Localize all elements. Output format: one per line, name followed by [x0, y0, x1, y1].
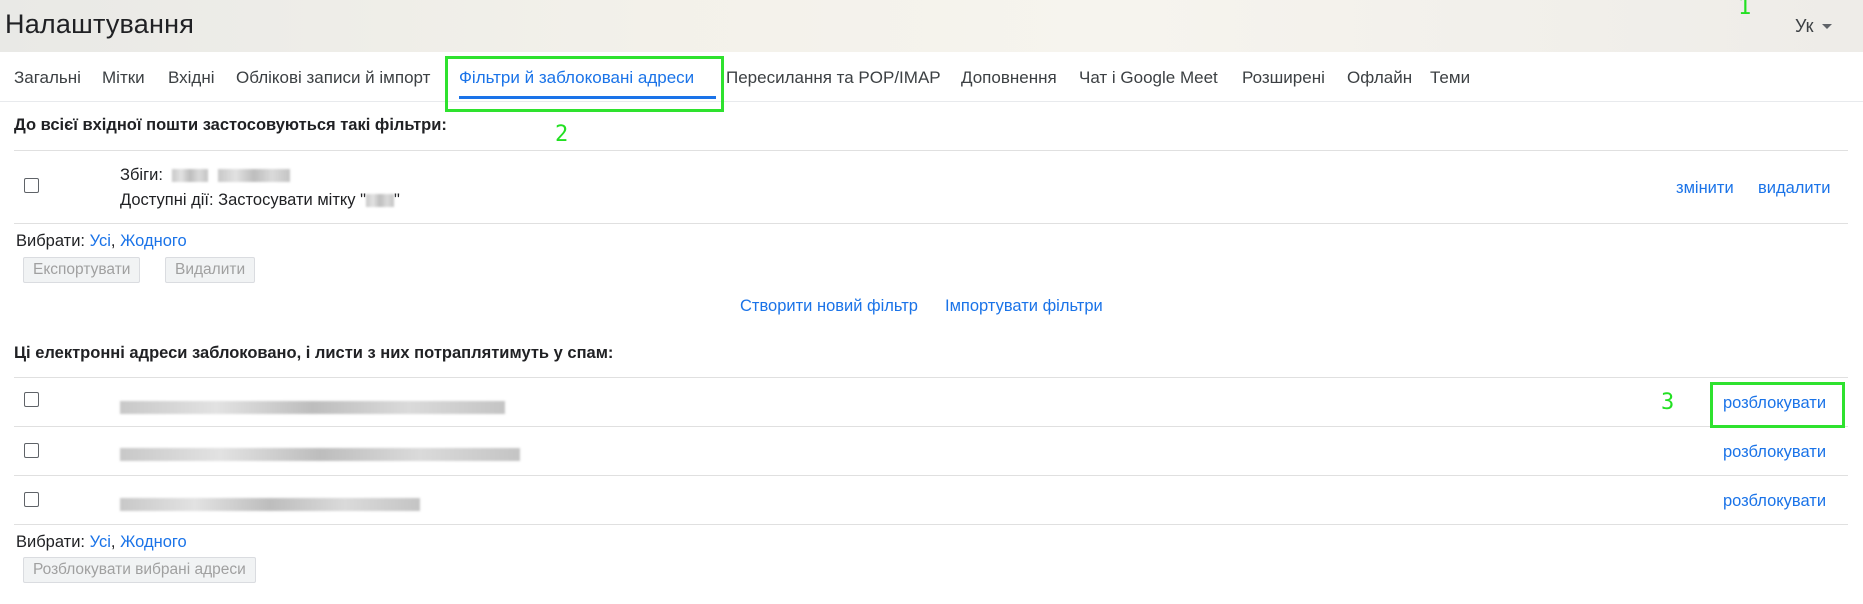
blocked-select-row: Вибрати: Усі, Жодного — [16, 533, 187, 551]
delete-filter-link[interactable]: видалити — [1758, 179, 1830, 198]
redacted-text — [120, 448, 520, 462]
settings-header: Налаштування Ук — [0, 0, 1863, 52]
tab-forwarding-pop-imap[interactable]: Пересилання та POP/IMAP — [726, 68, 941, 88]
divider — [14, 524, 1848, 525]
unblock-link[interactable]: розблокувати — [1723, 492, 1826, 511]
redacted-text — [120, 401, 505, 415]
tab-general[interactable]: Загальні — [14, 68, 81, 88]
filter-checkbox[interactable] — [24, 178, 39, 193]
caret-down-icon — [1821, 24, 1832, 29]
annotation-number: 3 — [1661, 390, 1675, 415]
filters-select-row: Вибрати: Усі, Жодного — [16, 232, 187, 250]
tab-chat-meet[interactable]: Чат і Google Meet — [1079, 68, 1218, 88]
page-title: Налаштування — [5, 9, 195, 39]
tab-advanced[interactable]: Розширені — [1242, 68, 1325, 88]
edit-filter-link[interactable]: змінити — [1676, 179, 1734, 198]
tab-accounts-import[interactable]: Облікові записи й імпорт — [236, 68, 430, 88]
divider — [14, 150, 1848, 151]
blocked-heading: Ці електронні адреси заблоковано, і лист… — [14, 344, 614, 362]
highlight-box — [1710, 382, 1845, 428]
divider — [14, 223, 1848, 224]
redacted-text — [218, 169, 291, 183]
blocked-address — [120, 445, 520, 464]
blocked-address — [120, 398, 505, 417]
redacted-text — [365, 194, 394, 208]
blocked-checkbox[interactable] — [24, 392, 39, 407]
select-all-link[interactable]: Усі — [90, 533, 111, 551]
tab-offline[interactable]: Офлайн — [1347, 68, 1412, 88]
select-label: Вибрати: — [16, 533, 86, 551]
select-label: Вибрати: — [16, 232, 86, 250]
blocked-checkbox[interactable] — [24, 443, 39, 458]
export-button[interactable]: Експортувати — [23, 257, 141, 283]
tab-themes[interactable]: Теми — [1430, 68, 1470, 88]
settings-tabs: Загальні Мітки Вхідні Облікові записи й … — [0, 52, 1863, 102]
redacted-text — [171, 169, 208, 183]
language-selector[interactable]: Ук — [1795, 16, 1832, 37]
annotation-number: 1 — [1738, 0, 1752, 20]
unblock-link[interactable]: розблокувати — [1723, 443, 1826, 462]
blocked-address — [120, 495, 420, 514]
tab-inbox[interactable]: Вхідні — [168, 68, 215, 88]
tab-labels[interactable]: Мітки — [102, 68, 145, 88]
filter-actions-label: Доступні дії: Застосувати мітку " — [120, 191, 366, 209]
unblock-selected-button[interactable]: Розблокувати вибрані адреси — [23, 557, 256, 583]
divider — [14, 377, 1848, 378]
divider — [14, 475, 1848, 476]
tab-addons[interactable]: Доповнення — [961, 68, 1057, 88]
blocked-checkbox[interactable] — [24, 492, 39, 507]
select-all-link[interactable]: Усі — [90, 232, 111, 250]
highlight-box — [445, 56, 724, 112]
language-label: Ук — [1795, 16, 1814, 36]
create-filter-link[interactable]: Створити новий фільтр — [740, 297, 918, 316]
filter-matches: Збіги: — [120, 166, 291, 185]
filters-heading: До всієї вхідної пошти застосовуються та… — [14, 116, 447, 134]
select-none-link[interactable]: Жодного — [120, 232, 187, 250]
annotation-number: 2 — [555, 122, 569, 147]
filter-actions: Доступні дії: Застосувати мітку " " — [120, 191, 400, 210]
redacted-text — [120, 498, 420, 512]
divider — [14, 426, 1848, 427]
import-filters-link[interactable]: Імпортувати фільтри — [945, 297, 1103, 316]
filter-matches-label: Збіги: — [120, 166, 163, 184]
delete-button[interactable]: Видалити — [165, 257, 256, 283]
select-none-link[interactable]: Жодного — [120, 533, 187, 551]
filter-actions-suffix: " — [393, 191, 400, 209]
